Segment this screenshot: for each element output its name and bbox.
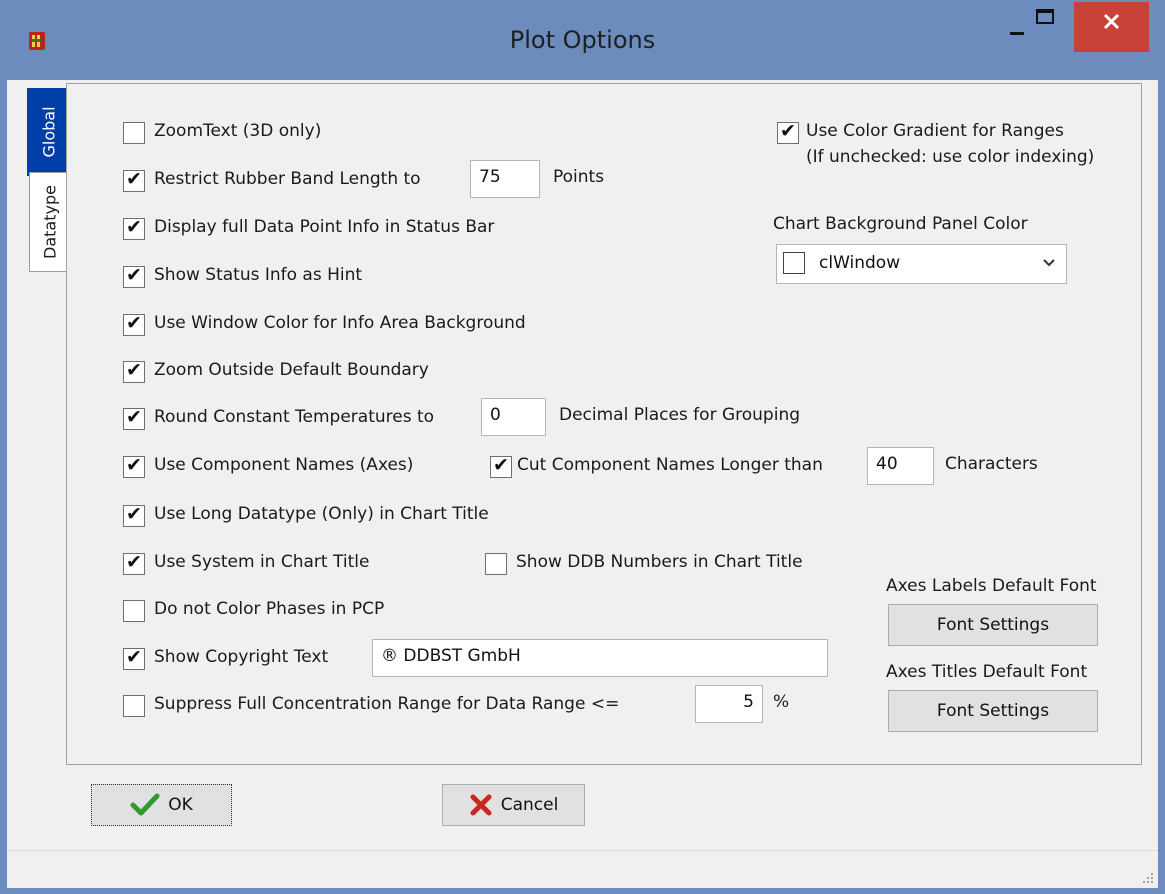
no-color-phases-checkbox[interactable] bbox=[123, 600, 145, 622]
decimal-places-label: Decimal Places for Grouping bbox=[559, 405, 801, 425]
chevron-down-icon bbox=[1043, 259, 1055, 267]
decimal-places-input[interactable]: 0 bbox=[481, 398, 546, 436]
ddb-numbers-label: Show DDB Numbers in Chart Title bbox=[516, 552, 803, 572]
status-bar bbox=[7, 850, 1158, 888]
checkmark-icon bbox=[130, 793, 160, 816]
axes-titles-font-settings-button[interactable]: Font Settings bbox=[888, 690, 1098, 732]
points-label: Points bbox=[553, 167, 605, 187]
no-color-phases-label: Do not Color Phases in PCP bbox=[154, 599, 385, 619]
global-options-panel: ZoomText (3D only) Restrict Rubber Band … bbox=[66, 83, 1142, 765]
restrict-rubber-band-checkbox[interactable] bbox=[123, 168, 145, 192]
tab-datatype[interactable]: Datatype bbox=[29, 172, 71, 272]
data-range-input[interactable]: 5 bbox=[695, 685, 763, 723]
close-button[interactable] bbox=[1074, 2, 1149, 52]
plot-options-window: Plot Options Global Datatype ZoomText (3… bbox=[0, 0, 1165, 894]
restrict-rubber-band-label: Restrict Rubber Band Length to bbox=[154, 169, 421, 189]
maximize-button[interactable] bbox=[1020, 0, 1068, 52]
maximize-icon bbox=[1036, 9, 1054, 24]
component-names-checkbox[interactable] bbox=[123, 454, 145, 478]
status-hint-label: Show Status Info as Hint bbox=[154, 265, 363, 285]
suppress-range-label: Suppress Full Concentration Range for Da… bbox=[154, 694, 620, 714]
display-full-info-label: Display full Data Point Info in Status B… bbox=[154, 217, 495, 237]
zoomtext-label: ZoomText (3D only) bbox=[154, 121, 322, 141]
axes-labels-font-settings-button[interactable]: Font Settings bbox=[888, 604, 1098, 646]
window-color-checkbox[interactable] bbox=[123, 312, 145, 336]
percent-label: % bbox=[773, 692, 790, 712]
cancel-button-label: Cancel bbox=[500, 795, 559, 815]
chart-background-color-select[interactable]: clWindow bbox=[776, 244, 1067, 284]
cancel-button[interactable]: Cancel bbox=[442, 784, 585, 826]
color-gradient-note: (If unchecked: use color indexing) bbox=[806, 147, 1095, 167]
zoom-outside-label: Zoom Outside Default Boundary bbox=[154, 360, 429, 380]
tab-global[interactable]: Global bbox=[27, 88, 71, 176]
copyright-text-input[interactable]: ® DDBST GmbH bbox=[372, 639, 828, 677]
suppress-range-checkbox[interactable] bbox=[123, 695, 145, 717]
round-temperatures-label: Round Constant Temperatures to bbox=[154, 407, 435, 427]
tab-datatype-label: Datatype bbox=[40, 185, 60, 259]
system-in-title-checkbox[interactable] bbox=[123, 551, 145, 575]
color-swatch bbox=[783, 252, 805, 274]
characters-label: Characters bbox=[945, 454, 1038, 474]
resize-grip-icon[interactable] bbox=[1140, 870, 1154, 884]
close-icon bbox=[1103, 13, 1120, 30]
dialog-client-area: Global Datatype ZoomText (3D only) Restr… bbox=[7, 80, 1158, 888]
color-gradient-checkbox[interactable] bbox=[777, 120, 799, 144]
zoom-outside-checkbox[interactable] bbox=[123, 359, 145, 383]
status-hint-checkbox[interactable] bbox=[123, 264, 145, 288]
display-full-info-checkbox[interactable] bbox=[123, 216, 145, 240]
window-color-label: Use Window Color for Info Area Backgroun… bbox=[154, 313, 526, 333]
ddb-numbers-checkbox[interactable] bbox=[485, 553, 507, 575]
component-names-label: Use Component Names (Axes) bbox=[154, 455, 414, 475]
cut-component-names-label: Cut Component Names Longer than bbox=[517, 455, 823, 475]
rubber-band-length-input[interactable]: 75 bbox=[470, 160, 540, 198]
tab-global-label: Global bbox=[39, 106, 59, 158]
color-gradient-label: Use Color Gradient for Ranges bbox=[806, 121, 1064, 141]
axes-titles-font-label: Axes Titles Default Font bbox=[886, 662, 1088, 682]
chart-background-label: Chart Background Panel Color bbox=[773, 214, 1028, 234]
copyright-checkbox[interactable] bbox=[123, 646, 145, 670]
cut-component-names-checkbox[interactable] bbox=[490, 454, 512, 478]
chart-background-color-value: clWindow bbox=[819, 253, 901, 273]
long-datatype-checkbox[interactable] bbox=[123, 503, 145, 527]
ok-button-label: OK bbox=[168, 795, 193, 815]
axes-labels-font-settings-text: Font Settings bbox=[936, 615, 1050, 635]
zoomtext-checkbox[interactable] bbox=[123, 122, 145, 144]
ok-button[interactable]: OK bbox=[91, 784, 232, 826]
long-datatype-label: Use Long Datatype (Only) in Chart Title bbox=[154, 504, 489, 524]
axes-titles-font-settings-text: Font Settings bbox=[936, 701, 1050, 721]
round-temperatures-checkbox[interactable] bbox=[123, 406, 145, 430]
axes-labels-font-label: Axes Labels Default Font bbox=[886, 576, 1097, 596]
system-in-title-label: Use System in Chart Title bbox=[154, 552, 370, 572]
cross-icon bbox=[470, 794, 492, 816]
title-bar: Plot Options bbox=[0, 0, 1165, 80]
copyright-label: Show Copyright Text bbox=[154, 647, 329, 667]
max-name-length-input[interactable]: 40 bbox=[867, 447, 934, 485]
